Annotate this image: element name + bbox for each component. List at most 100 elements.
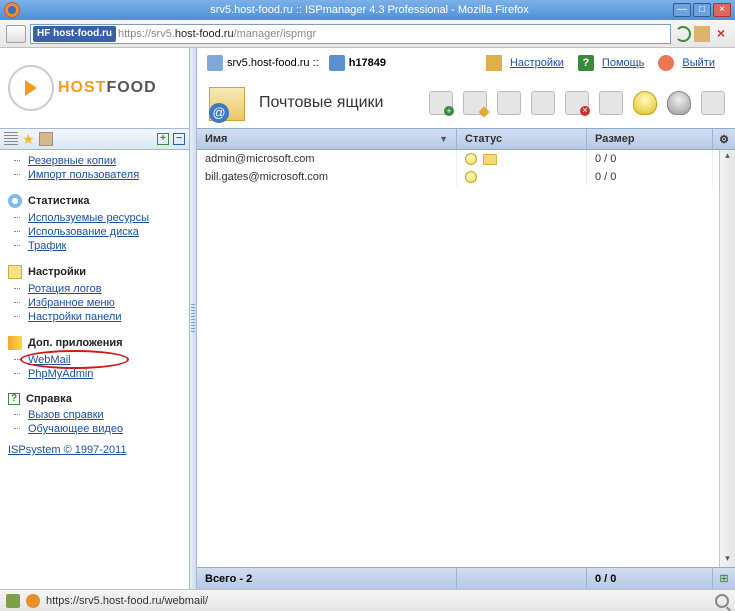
delete-button[interactable]	[565, 91, 589, 115]
nav-link-fav-menu[interactable]: Избранное меню	[0, 296, 189, 310]
minimize-button[interactable]: —	[673, 3, 691, 17]
logo-arrow-icon	[25, 80, 37, 96]
add-button[interactable]	[429, 91, 453, 115]
table-body: admin@microsoft.com 0 / 0 bill.gates@mic…	[197, 150, 735, 567]
nav-link-disk-usage[interactable]: Использование диска	[0, 225, 189, 239]
sort-desc-icon: ▼	[439, 134, 448, 144]
nav-link-call-help[interactable]: Вызов справки	[0, 408, 189, 422]
col-size[interactable]: Размер	[587, 129, 713, 149]
sidebar-toolbar: ★ + −	[0, 128, 189, 150]
cell-status	[457, 168, 587, 186]
url-text: https://srv5.host-food.ru/manager/ispmgr	[118, 28, 316, 40]
nav-link-phpmyadmin[interactable]: PhpMyAdmin	[0, 367, 189, 381]
disk3-button[interactable]	[599, 91, 623, 115]
address-bar: HF host-food.ru https://srv5.host-food.r…	[0, 20, 735, 48]
close-button[interactable]: ×	[713, 3, 731, 17]
nav-link-log-rotation[interactable]: Ротация логов	[0, 282, 189, 296]
disk2-button[interactable]	[531, 91, 555, 115]
table-row[interactable]: admin@microsoft.com 0 / 0	[197, 150, 735, 168]
clipboard-icon[interactable]	[39, 132, 53, 146]
window-title: srv5.host-food.ru :: ISPmanager 4.3 Prof…	[26, 4, 673, 16]
reload-icon[interactable]	[675, 26, 691, 42]
user-icon	[329, 55, 345, 71]
section-stats[interactable]: Статистика	[0, 188, 189, 211]
firefox-icon	[4, 2, 20, 18]
help-icon: ?	[8, 393, 20, 405]
star-icon[interactable]: ★	[22, 132, 35, 146]
home-icon[interactable]	[694, 26, 710, 42]
disk-button[interactable]	[497, 91, 521, 115]
edit-button[interactable]	[463, 91, 487, 115]
site-identity-badge[interactable]: HF host-food.ru	[33, 26, 116, 42]
mailbox-icon: @	[207, 83, 247, 123]
extra-button[interactable]	[701, 91, 725, 115]
table-row[interactable]: bill.gates@microsoft.com 0 / 0	[197, 168, 735, 186]
username: h17849	[349, 57, 386, 69]
cell-name: bill.gates@microsoft.com	[197, 168, 457, 186]
sidebar: HOSTFOOD ★ + − Резервные копии Импорт по…	[0, 48, 190, 589]
nav-link-resources[interactable]: Используемые ресурсы	[0, 211, 189, 225]
col-name[interactable]: Имя▼	[197, 129, 457, 149]
nav-link-backup[interactable]: Резервные копии	[0, 154, 189, 168]
gear-icon[interactable]	[486, 55, 502, 71]
nav-link-import-user[interactable]: Импорт пользователя	[0, 168, 189, 182]
cell-size: 0 / 0	[587, 168, 713, 186]
bulb-on-icon	[465, 153, 477, 165]
col-config-icon[interactable]: ⚙	[713, 129, 735, 149]
main-panel: srv5.host-food.ru :: h17849 Настройки ? …	[197, 48, 735, 589]
settings-link[interactable]: Настройки	[510, 57, 564, 69]
help-link[interactable]: Помощь	[602, 57, 645, 69]
copyright-link[interactable]: ISPsystem © 1997-2011	[0, 436, 189, 464]
nav-link-webmail[interactable]: WebMail	[0, 353, 189, 367]
collapse-all-icon[interactable]: −	[173, 133, 185, 145]
page-title: Почтовые ящики	[259, 94, 429, 112]
stop-icon[interactable]: ×	[713, 26, 729, 42]
top-toolbar: srv5.host-food.ru :: h17849 Настройки ? …	[197, 48, 735, 78]
expand-all-icon[interactable]: +	[157, 133, 169, 145]
help-badge-icon[interactable]: ?	[578, 55, 594, 71]
scrollbar[interactable]: ▴ ▾	[719, 150, 735, 567]
bulb-on-icon	[465, 171, 477, 183]
maximize-button[interactable]: □	[693, 3, 711, 17]
footer-total: Всего - 2	[197, 568, 457, 589]
exit-link[interactable]: Выйти	[682, 57, 715, 69]
plugin-icon[interactable]	[6, 594, 20, 608]
window-titlebar: srv5.host-food.ru :: ISPmanager 4.3 Prof…	[0, 0, 735, 20]
section-settings[interactable]: Настройки	[0, 259, 189, 282]
export-icon[interactable]: ⊞	[713, 568, 735, 589]
list-icon[interactable]	[4, 132, 18, 146]
firefox-status-icon[interactable]	[26, 594, 40, 608]
folder-icon	[483, 154, 497, 165]
col-status[interactable]: Статус	[457, 129, 587, 149]
cell-size: 0 / 0	[587, 150, 713, 168]
bookmark-button[interactable]	[6, 25, 26, 43]
logo: HOSTFOOD	[0, 48, 189, 128]
splitter-handle[interactable]	[190, 48, 197, 589]
settings-icon	[8, 265, 22, 279]
stats-icon	[8, 194, 22, 208]
server-name: srv5.host-food.ru ::	[227, 57, 319, 69]
exit-icon[interactable]	[658, 55, 674, 71]
scroll-up-icon[interactable]: ▴	[721, 150, 735, 164]
server-icon	[207, 55, 223, 71]
enable-button[interactable]	[633, 91, 657, 115]
section-help[interactable]: ?Справка	[0, 387, 189, 408]
scroll-down-icon[interactable]: ▾	[721, 553, 735, 567]
nav-link-panel-settings[interactable]: Настройки панели	[0, 310, 189, 324]
url-input[interactable]: HF host-food.ru https://srv5.host-food.r…	[30, 24, 671, 44]
footer-size: 0 / 0	[587, 568, 713, 589]
browser-statusbar: https://srv5.host-food.ru/webmail/	[0, 589, 735, 611]
sidebar-nav: Резервные копии Импорт пользователя Стат…	[0, 150, 189, 589]
disable-button[interactable]	[667, 91, 691, 115]
nav-link-traffic[interactable]: Трафик	[0, 239, 189, 253]
table-header: Имя▼ Статус Размер ⚙	[197, 128, 735, 150]
cell-status	[457, 150, 587, 168]
section-apps[interactable]: Доп. приложения	[0, 330, 189, 353]
table-footer: Всего - 2 0 / 0 ⊞	[197, 567, 735, 589]
apps-icon	[8, 336, 22, 350]
cell-name: admin@microsoft.com	[197, 150, 457, 168]
page-header: @ Почтовые ящики	[197, 78, 735, 128]
nav-link-tutorial-video[interactable]: Обучающее видео	[0, 422, 189, 436]
search-icon[interactable]	[715, 594, 729, 608]
status-url: https://srv5.host-food.ru/webmail/	[46, 595, 208, 607]
